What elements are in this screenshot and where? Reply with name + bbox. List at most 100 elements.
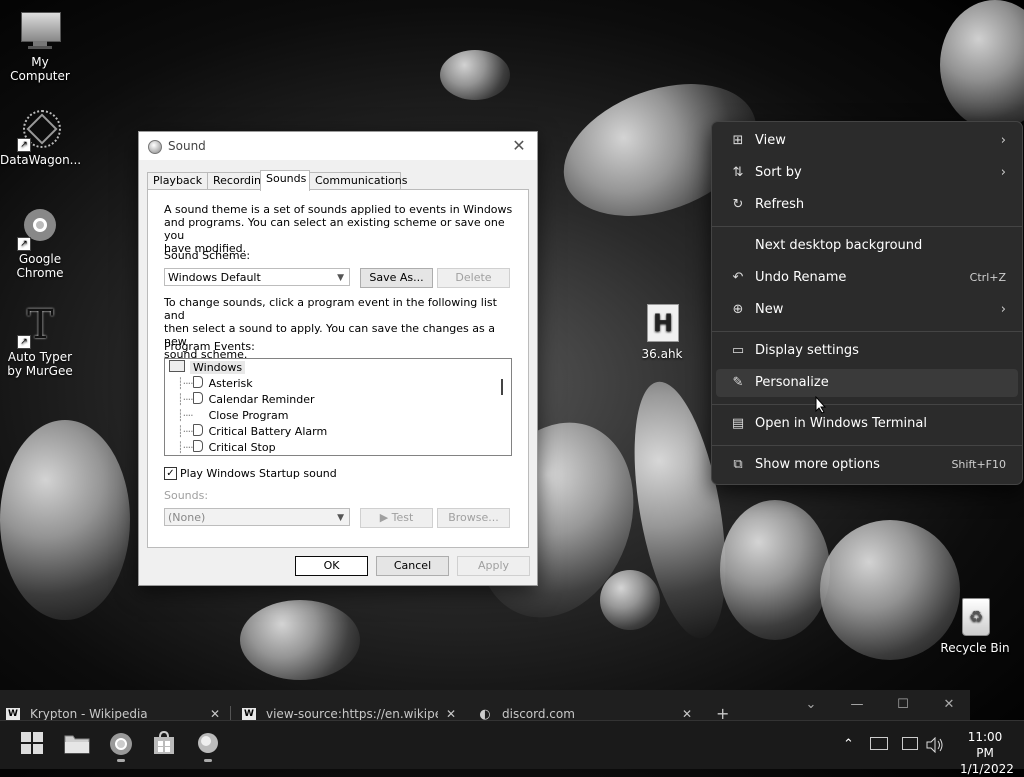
tab-communications[interactable]: Communications bbox=[309, 172, 407, 190]
store-button[interactable] bbox=[152, 730, 178, 757]
menu-item-label: New bbox=[755, 302, 784, 317]
sounds-label: Sounds: bbox=[164, 489, 209, 502]
tab-playback[interactable]: Playback bbox=[147, 172, 209, 190]
minimize-button[interactable]: — bbox=[842, 690, 872, 720]
tree-line: ┊···· bbox=[177, 393, 194, 406]
volume-icon[interactable] bbox=[926, 737, 944, 753]
event-label: Critical Stop bbox=[208, 441, 276, 454]
program-events-list[interactable]: Windows ┊···· Asterisk ┊···· Calendar Remi… bbox=[164, 358, 512, 456]
undo-icon: ↶ bbox=[732, 270, 744, 285]
menu-item-next-background[interactable]: Next desktop background bbox=[716, 232, 1018, 260]
desktop-icon-label: DataWagon... bbox=[0, 153, 82, 167]
auto-typer-icon: T ↗ bbox=[17, 305, 61, 349]
tab-divider bbox=[230, 706, 231, 720]
desktop-icon-datawagon[interactable]: ↗ DataWagon... bbox=[0, 108, 82, 167]
close-icon[interactable]: ✕ bbox=[509, 136, 529, 155]
desktop-icon-google-chrome[interactable]: ↗ Google Chrome bbox=[0, 207, 80, 280]
start-button[interactable] bbox=[20, 731, 46, 757]
desktop-icon-36-ahk[interactable]: H 36.ahk bbox=[622, 302, 702, 361]
close-icon[interactable]: ✕ bbox=[446, 690, 456, 720]
desktop-icon-auto-typer[interactable]: T ↗ Auto Typer by MurGee bbox=[0, 305, 80, 378]
menu-item-view[interactable]: ⊞ View › bbox=[716, 127, 1018, 155]
tree-line: ┊···· bbox=[177, 425, 194, 438]
shortcut-arrow-icon: ↗ bbox=[17, 237, 31, 251]
list-item-windows[interactable]: Windows bbox=[169, 360, 246, 376]
menu-item-open-terminal[interactable]: ▤ Open in Windows Terminal bbox=[716, 410, 1018, 438]
menu-item-show-more-options[interactable]: ⧉ Show more options Shift+F10 bbox=[716, 451, 1018, 479]
tab-search-button[interactable]: ⌄ bbox=[796, 690, 826, 720]
browse-button[interactable]: Browse... bbox=[437, 508, 510, 528]
chevron-up-icon[interactable]: ⌃ bbox=[843, 721, 854, 769]
sound-dialog: Sound ✕ Playback Recording Sounds Commun… bbox=[138, 131, 538, 586]
menu-item-sort-by[interactable]: ⇅ Sort by › bbox=[716, 159, 1018, 187]
browser-tab-discord[interactable]: ◐ discord.com ✕ bbox=[478, 690, 692, 720]
dialog-titlebar[interactable]: Sound ✕ bbox=[139, 132, 537, 160]
plus-icon: + bbox=[716, 704, 730, 720]
browser-tab-krypton[interactable]: W Krypton - Wikipedia ✕ bbox=[6, 690, 220, 720]
sort-icon: ⇅ bbox=[732, 165, 744, 180]
browser-tab-label: Krypton - Wikipedia bbox=[30, 707, 148, 720]
system-clock[interactable]: 11:00 PM 1/1/2022 bbox=[960, 729, 1014, 777]
save-as-button[interactable]: Save As... bbox=[360, 268, 433, 288]
close-icon[interactable]: ✕ bbox=[682, 690, 692, 720]
list-item[interactable]: ┊···· Close Program bbox=[177, 408, 288, 424]
desktop-context-menu: ⊞ View › ⇅ Sort by › ↻ Refresh Next desk… bbox=[711, 121, 1023, 485]
apply-button[interactable]: Apply bbox=[457, 556, 530, 576]
intro-line: A sound theme is a set of sounds applied… bbox=[164, 203, 513, 216]
desktop-icon-label: My Computer bbox=[10, 55, 70, 83]
list-item[interactable]: ┊···· Critical Stop bbox=[177, 440, 276, 455]
menu-item-label: Refresh bbox=[755, 197, 805, 212]
sound-app-taskbar-button[interactable] bbox=[196, 731, 222, 762]
grid-icon: ⊞ bbox=[732, 133, 744, 148]
list-item[interactable]: ┊···· Calendar Reminder bbox=[177, 392, 315, 408]
ok-button[interactable]: OK bbox=[295, 556, 368, 576]
keyboard-icon[interactable] bbox=[870, 737, 888, 750]
sounds-panel: A sound theme is a set of sounds applied… bbox=[147, 189, 529, 548]
file-explorer-button[interactable] bbox=[64, 731, 90, 757]
tree-line: ┊···· bbox=[177, 409, 194, 422]
menu-item-display-settings[interactable]: ▭ Display settings bbox=[716, 337, 1018, 365]
speaker-icon bbox=[192, 376, 203, 388]
event-label: Critical Battery Alarm bbox=[208, 425, 328, 438]
startup-sound-label[interactable]: Play Windows Startup sound bbox=[180, 467, 337, 480]
menu-item-new[interactable]: ⊕ New › bbox=[716, 296, 1018, 324]
test-button[interactable]: ▶ Test bbox=[360, 508, 433, 528]
new-tab-button[interactable]: + bbox=[716, 690, 736, 720]
scheme-select[interactable]: Windows Default ▼ bbox=[164, 268, 350, 286]
network-icon[interactable] bbox=[902, 737, 918, 750]
list-item[interactable]: ┊···· Asterisk bbox=[177, 376, 253, 392]
list-scrollbar[interactable] bbox=[501, 379, 503, 395]
event-label: Calendar Reminder bbox=[208, 393, 315, 406]
window-close-button[interactable]: ✕ bbox=[934, 690, 964, 720]
list-item[interactable]: ┊···· Critical Battery Alarm bbox=[177, 424, 327, 440]
menu-item-undo-rename[interactable]: ↶ Undo Rename Ctrl+Z bbox=[716, 264, 1018, 292]
menu-separator bbox=[712, 226, 1022, 227]
menu-item-personalize[interactable]: ✎ Personalize bbox=[716, 369, 1018, 397]
dialog-title: Sound bbox=[168, 139, 206, 153]
intro-line: and programs. You can select an existing… bbox=[164, 216, 505, 242]
desktop-icon-label: Auto Typer by MurGee bbox=[7, 350, 73, 378]
tab-sounds[interactable]: Sounds bbox=[260, 170, 310, 191]
desktop-icon-recycle-bin[interactable]: ♻ Recycle Bin bbox=[935, 596, 1015, 655]
wikipedia-icon: W bbox=[6, 708, 20, 720]
cancel-button[interactable]: Cancel bbox=[376, 556, 449, 576]
sounds-select[interactable]: (None) ▼ bbox=[164, 508, 350, 526]
desktop-icon-my-computer[interactable]: My Computer bbox=[0, 10, 80, 83]
sounds-value: (None) bbox=[168, 511, 206, 524]
folder-icon bbox=[64, 735, 90, 754]
browser-tab-view-source[interactable]: W view-source:https://en.wikipedia ✕ bbox=[242, 690, 456, 720]
menu-item-label: Show more options bbox=[755, 457, 880, 472]
wikipedia-icon: W bbox=[242, 708, 256, 720]
chrome-icon bbox=[110, 733, 132, 755]
desktop-icon-label: Recycle Bin bbox=[940, 641, 1010, 655]
chevron-right-icon: › bbox=[1000, 133, 1006, 148]
menu-item-refresh[interactable]: ↻ Refresh bbox=[716, 191, 1018, 219]
monitor-icon bbox=[19, 10, 61, 52]
startup-sound-checkbox[interactable]: ✓ bbox=[164, 467, 177, 480]
chrome-taskbar-button[interactable] bbox=[108, 731, 134, 762]
store-icon bbox=[154, 730, 174, 754]
maximize-button[interactable]: ☐ bbox=[888, 690, 918, 720]
close-icon[interactable]: ✕ bbox=[210, 690, 220, 720]
speaker-icon bbox=[192, 440, 203, 452]
delete-button[interactable]: Delete bbox=[437, 268, 510, 288]
